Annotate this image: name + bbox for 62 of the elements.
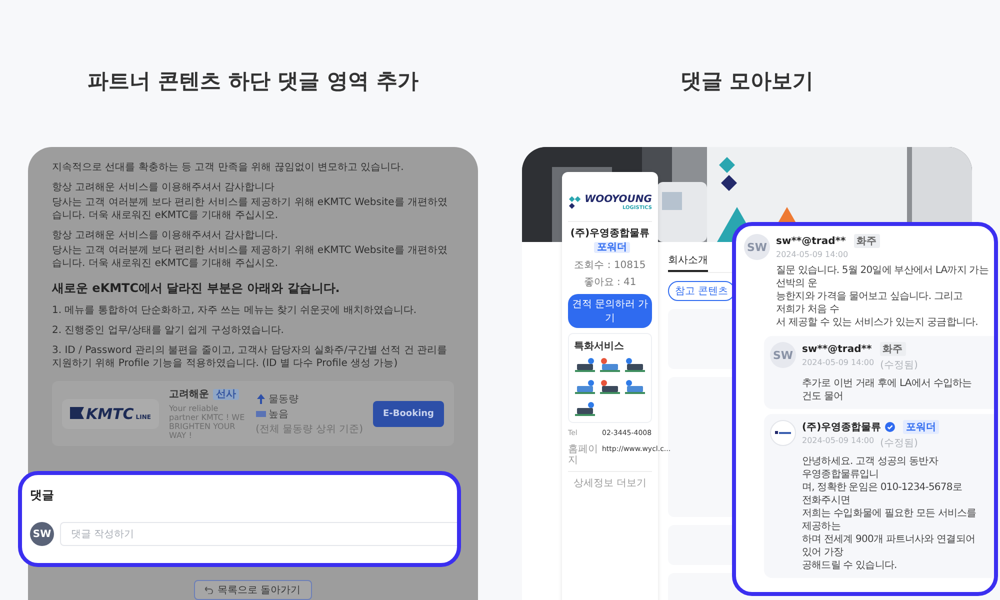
user-avatar: SW (770, 342, 796, 368)
role-badge: 화주 (854, 234, 880, 248)
view-count: 조회수 : 10815 (573, 260, 647, 272)
e-booking-button[interactable]: E-Booking (372, 400, 444, 426)
comment-text: 서 제공할 수 있는 서비스가 있는지 궁금합니다. (776, 316, 979, 329)
edited-label: (수정됨) (880, 437, 918, 450)
comment-input[interactable]: 댓글 작성하기 (60, 522, 457, 546)
return-arrow-icon (205, 586, 214, 594)
list-item: 3. ID / Password 관리의 불편을 줄이고, 고객사 담당자의 실화주/구간별 선적 건 관리를 지원하기 위해 Profile 기능을 적용하였습니다. (ID 별 다수 Profile 생성 가능) (52, 344, 448, 370)
more-details-link[interactable]: 상세정보 더보기 (568, 471, 652, 490)
cargo-icon (575, 379, 596, 395)
section-heading: 댓글 모아보기 (679, 68, 815, 94)
cargo-icon (600, 357, 620, 373)
company-avatar (770, 420, 796, 446)
like-count: 좋아요 : 41 (582, 277, 638, 289)
list-item: 1. 메뉴를 통합하여 단순화하고, 자주 쓰는 메뉴는 찾기 쉬운곳에 배치하였습니다. (52, 304, 418, 317)
comment-date: 2024-05-09 14:00 (776, 250, 848, 259)
body-text: 항상 고려해운 서비스를 이용해주셔서 감사합니다. (52, 229, 279, 242)
section-heading: 파트너 콘텐츠 하단 댓글 영역 추가 (86, 68, 420, 94)
body-text: 지속적으로 선대를 확충하는 등 고객 만족을 위해 끊임없이 변모하고 있습니다. (52, 161, 405, 174)
body-text: 당사는 고객 여러분께 보다 편리한 서비스를 제공하기 위해 eKMTC Website를 개편하였습니다. 더욱 새로워진 eKMTC를 기대해 주십시오. (52, 244, 448, 270)
partner-name: 고려해운 선사 (168, 387, 246, 401)
bars-icon (256, 410, 266, 416)
role-badge: 포워더 (903, 420, 940, 434)
role-badge: 화주 (880, 342, 906, 356)
body-text: 당사는 고객 여러분께 보다 편리한 서비스를 제공하기 위해 eKMTC Website를 개편하였습니다. 더욱 새로워진 eKMTC를 기대해 주십시오. (52, 196, 448, 222)
comment-title: 댓글 (30, 487, 55, 504)
comment-author: sw**@trad** (776, 236, 846, 246)
volume-value: 높음 (268, 408, 289, 420)
section-title: 새로운 eKMTC에서 달라진 부분은 아래와 같습니다. (52, 280, 341, 297)
comment-text: 추가로 이번 거래 후에 LA에서 수입하는 건도 물어 (802, 377, 973, 403)
services-title: 특화서비스 (574, 340, 625, 353)
tab[interactable]: 회사소개 (668, 250, 708, 272)
verified-icon (885, 422, 896, 432)
comment-author: (주)우영종합물류 (802, 421, 882, 434)
comment-text: 질문 있습니다. 5월 20일에 부산에서 LA까지 가는 선박의 운 (776, 264, 990, 290)
body-text: 항상 고려해운 서비스를 이용해주셔서 감사합니다 (52, 181, 276, 194)
list-item: 2. 진행중인 업무/상태를 알기 쉽게 구성하였습니다. (52, 324, 285, 337)
comment-text: 공해드릴 수 있습니다. (802, 559, 898, 572)
user-avatar: SW (744, 234, 770, 260)
comment-date: 2024-05-09 14:00 (802, 358, 874, 369)
comment-date: 2024-05-09 14:00 (802, 436, 874, 447)
comment-text: 안녕하세요. 고객 성공의 동반자 우영종합물류입니 (802, 455, 940, 481)
cargo-icon (624, 379, 645, 395)
user-avatar: SW (30, 522, 54, 546)
comment-text: 능한지와 가격을 물어보고 싶습니다. 그리고 저희가 처음 수 (776, 290, 964, 316)
back-to-list-button[interactable]: 목록으로 돌아가기 (194, 580, 312, 600)
volume-label: 물동량 (268, 392, 299, 406)
cargo-icon (624, 357, 645, 373)
quote-request-button[interactable]: 견적 문의하러 가기 (568, 294, 652, 328)
comment-text: 며, 정확한 운임은 010-1234-5678로 전화주시면 (802, 481, 963, 507)
cargo-icon (600, 379, 620, 395)
comment-author: sw**@trad** (802, 344, 872, 354)
flag-icon (70, 406, 84, 418)
info-label: 홈페이지 (568, 444, 598, 466)
comment-text: 하며 전세계 900개 파트너사와 연결되어 있어 가장 (802, 533, 976, 559)
edited-label: (수정됨) (880, 359, 918, 372)
arrow-up-icon (256, 394, 266, 404)
cargo-icon (575, 357, 596, 373)
comment-text: 저희는 수입화물에 필요한 모든 서비스를 제공하는 (802, 507, 978, 533)
cargo-icon (575, 401, 596, 417)
company-name: (주)우영종합물류 포워더 (569, 227, 651, 255)
